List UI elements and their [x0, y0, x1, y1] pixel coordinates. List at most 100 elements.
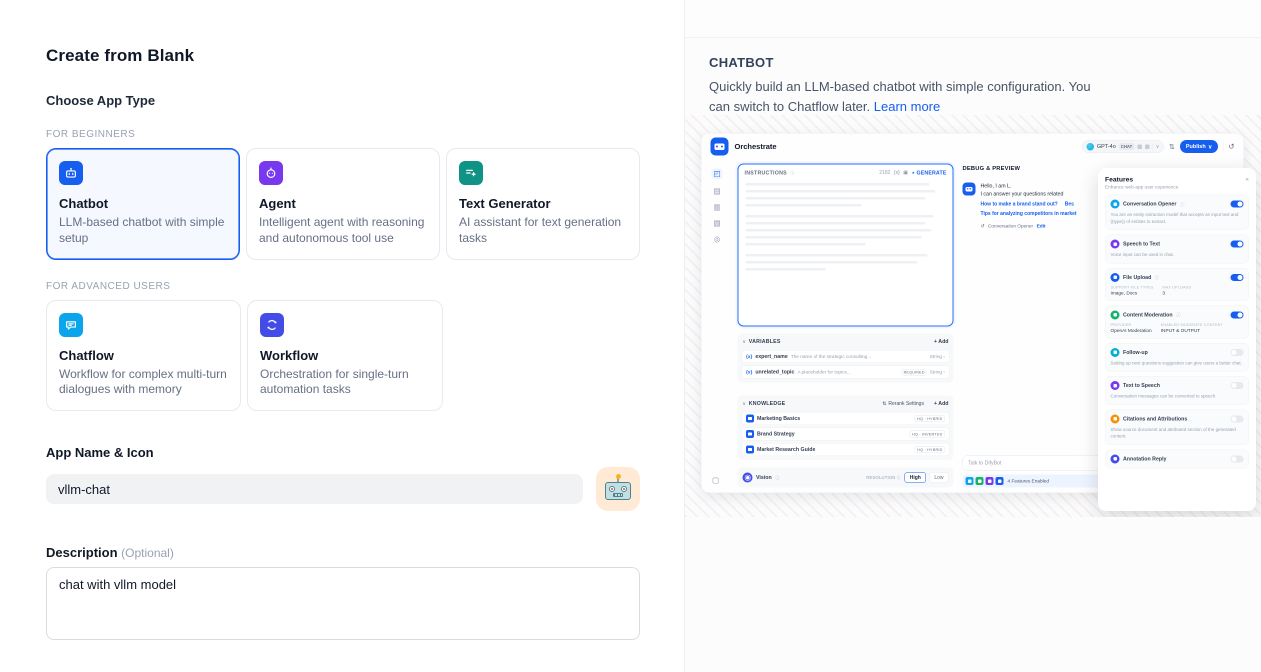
resolution-high-chip: High [905, 472, 926, 483]
variable-icon: {x} [894, 170, 900, 176]
preview-top-strip [685, 0, 1261, 38]
knowledge-row: Marketing Basics HQ · HYBRID [742, 412, 950, 425]
rerank-icon: ⇅ [882, 401, 886, 407]
feature-toggle [1231, 201, 1244, 208]
model-mini-icon [1145, 144, 1150, 149]
app-type-desc: Orchestration for single-turn automation… [260, 367, 430, 399]
app-type-title: Chatbot [59, 196, 227, 211]
feature-mini-icon [986, 477, 994, 485]
info-icon: ⓘ [775, 474, 780, 481]
feature-toggle [1231, 349, 1244, 356]
dataset-icon [746, 446, 754, 454]
file-upload-icon [1111, 273, 1120, 282]
copy-icon: ▣ [903, 170, 908, 176]
feature-card: Conversation Opener ⓘ You are an entity … [1105, 195, 1249, 231]
for-beginners-label: FOR BEGINNERS [46, 129, 640, 140]
feature-card: Annotation Reply [1105, 449, 1249, 468]
chevron-down-icon: ∨ [1152, 144, 1159, 150]
features-panel: Features × Enhance web-app user experien… [1098, 168, 1256, 511]
feature-mini-icon [976, 477, 984, 485]
char-count: 2182 [879, 170, 890, 176]
variables-section: ∨ VARIABLES + Add {x} expert_name The na… [738, 334, 954, 383]
beginner-app-types: Chatbot LLM-based chatbot with simple se… [46, 148, 640, 260]
preview-description: Quickly build an LLM-based chatbot with … [709, 77, 1105, 117]
speech-to-text-icon [1111, 240, 1120, 249]
app-name-row [46, 467, 640, 511]
app-type-card-chatbot[interactable]: Chatbot LLM-based chatbot with simple se… [46, 148, 240, 260]
feature-toggle [1231, 415, 1244, 422]
preview-screenshot-area: Orchestrate GPT-4o CHAT ∨ ⇅ [685, 115, 1261, 517]
history-icon: ↺ [1223, 142, 1234, 151]
feature-card: File Upload ⓘ SUPPORT FILE TYPESImage, D… [1105, 268, 1249, 301]
create-app-modal: Create from Blank Choose App Type FOR BE… [0, 0, 1261, 672]
feature-mini-icon [966, 477, 974, 485]
chat-input-preview: Talk to DifyBot [963, 456, 1115, 471]
app-type-card-agent[interactable]: Agent Intelligent agent with reasoning a… [246, 148, 440, 260]
generate-button: ⋆ GENERATE [911, 170, 946, 176]
feature-toggle [1231, 274, 1244, 281]
model-mini-icon [1137, 144, 1142, 149]
feature-card: Follow-up Setting up next questions sugg… [1105, 343, 1249, 372]
agent-icon [259, 161, 283, 185]
rail-icon: ▧ [713, 220, 720, 228]
vision-section: Vision ⓘ RESOLUTION ⓘ High Low [738, 468, 954, 488]
preview-head: CHATBOT Quickly build an LLM-based chatb… [685, 38, 1261, 117]
app-name-input[interactable] [46, 474, 583, 504]
info-icon: ⓘ [1180, 201, 1185, 208]
text-to-speech-icon [1111, 381, 1120, 390]
follow-up-icon [1111, 348, 1120, 357]
feature-card: Speech to Text Voice input can be used i… [1105, 235, 1249, 264]
model-provider-icon [1086, 143, 1094, 151]
citations-icon [1111, 414, 1120, 423]
app-type-card-chatflow[interactable]: Chatflow Workflow for complex multi-turn… [46, 300, 241, 412]
vision-icon [743, 473, 753, 483]
shot-app-icon [711, 138, 729, 156]
learn-more-link[interactable]: Learn more [874, 99, 940, 114]
advanced-app-types: Chatflow Workflow for complex multi-turn… [46, 300, 640, 412]
rail-icon: ◎ [714, 236, 721, 244]
robot-emoji-icon [605, 478, 631, 500]
app-type-card-text-generator[interactable]: Text Generator AI assistant for text gen… [446, 148, 640, 260]
app-icon-picker[interactable] [596, 467, 640, 511]
app-type-title: Workflow [260, 348, 430, 363]
shot-header: Orchestrate GPT-4o CHAT ∨ ⇅ [702, 134, 1244, 160]
close-icon: × [1245, 176, 1249, 184]
feature-toggle [1231, 311, 1244, 318]
suggestion-link: Bes [1065, 201, 1074, 207]
feature-toggle [1231, 241, 1244, 248]
opener-icon: ↺ [981, 223, 985, 229]
app-type-preview-pane: CHATBOT Quickly build an LLM-based chatb… [684, 0, 1261, 672]
feature-card: Text to Speech Conversation messages can… [1105, 376, 1249, 405]
feature-toggle [1231, 455, 1244, 462]
features-enabled-bar: 4 Features Enabled [963, 475, 1115, 488]
tune-icon: ⇅ [1169, 142, 1175, 151]
description-textarea[interactable]: chat with vllm model [46, 567, 640, 640]
resolution-label: RESOLUTION ⓘ [866, 475, 901, 481]
knowledge-section: ∨ KNOWLEDGE ⇅ Rerank Settings + Add Mark… [738, 396, 954, 461]
page-title: Create from Blank [46, 46, 640, 66]
suggestion-link: How to make a brand stand out? [981, 201, 1058, 207]
choose-app-type-label: Choose App Type [46, 93, 640, 108]
knowledge-row: Market Research Guide HQ · HYBRID [742, 443, 950, 456]
create-from-blank-pane: Create from Blank Choose App Type FOR BE… [0, 0, 684, 672]
content-moderation-icon [1111, 310, 1120, 319]
app-type-title: Agent [259, 196, 427, 211]
app-type-desc: LLM-based chatbot with simple setup [59, 215, 227, 247]
app-type-desc: Intelligent agent with reasoning and aut… [259, 215, 427, 247]
app-type-title: Chatflow [59, 348, 228, 363]
knowledge-row: Brand Strategy HQ · INVERTED [742, 428, 950, 441]
feature-card: Citations and Attributions Show source d… [1105, 409, 1249, 445]
app-type-card-workflow[interactable]: Workflow Orchestration for single-turn a… [247, 300, 443, 412]
chevron-down-icon: ∨ [743, 401, 746, 407]
instructions-panel: INSTRUCTIONS ⓘ 2182 {x} ▣ ⋆ GENERATE [738, 164, 954, 327]
rail-bottom-icon: ▢ [712, 476, 719, 485]
app-type-title: Text Generator [459, 196, 627, 211]
feature-toggle [1231, 382, 1244, 389]
chatbot-icon [59, 161, 83, 185]
feature-card: Content Moderation ⓘ PROVIDEROpenAI Mode… [1105, 305, 1249, 338]
shot-left-rail: ◰ ▤ ▥ ▧ ◎ [702, 163, 733, 244]
model-selector: GPT-4o CHAT ∨ [1082, 140, 1164, 153]
variable-row: {x} unrelated_topic A placeholder for to… [742, 366, 950, 379]
rail-icon: ▥ [713, 204, 720, 212]
variable-row: {x} expert_name The name of the strategi… [742, 350, 950, 363]
